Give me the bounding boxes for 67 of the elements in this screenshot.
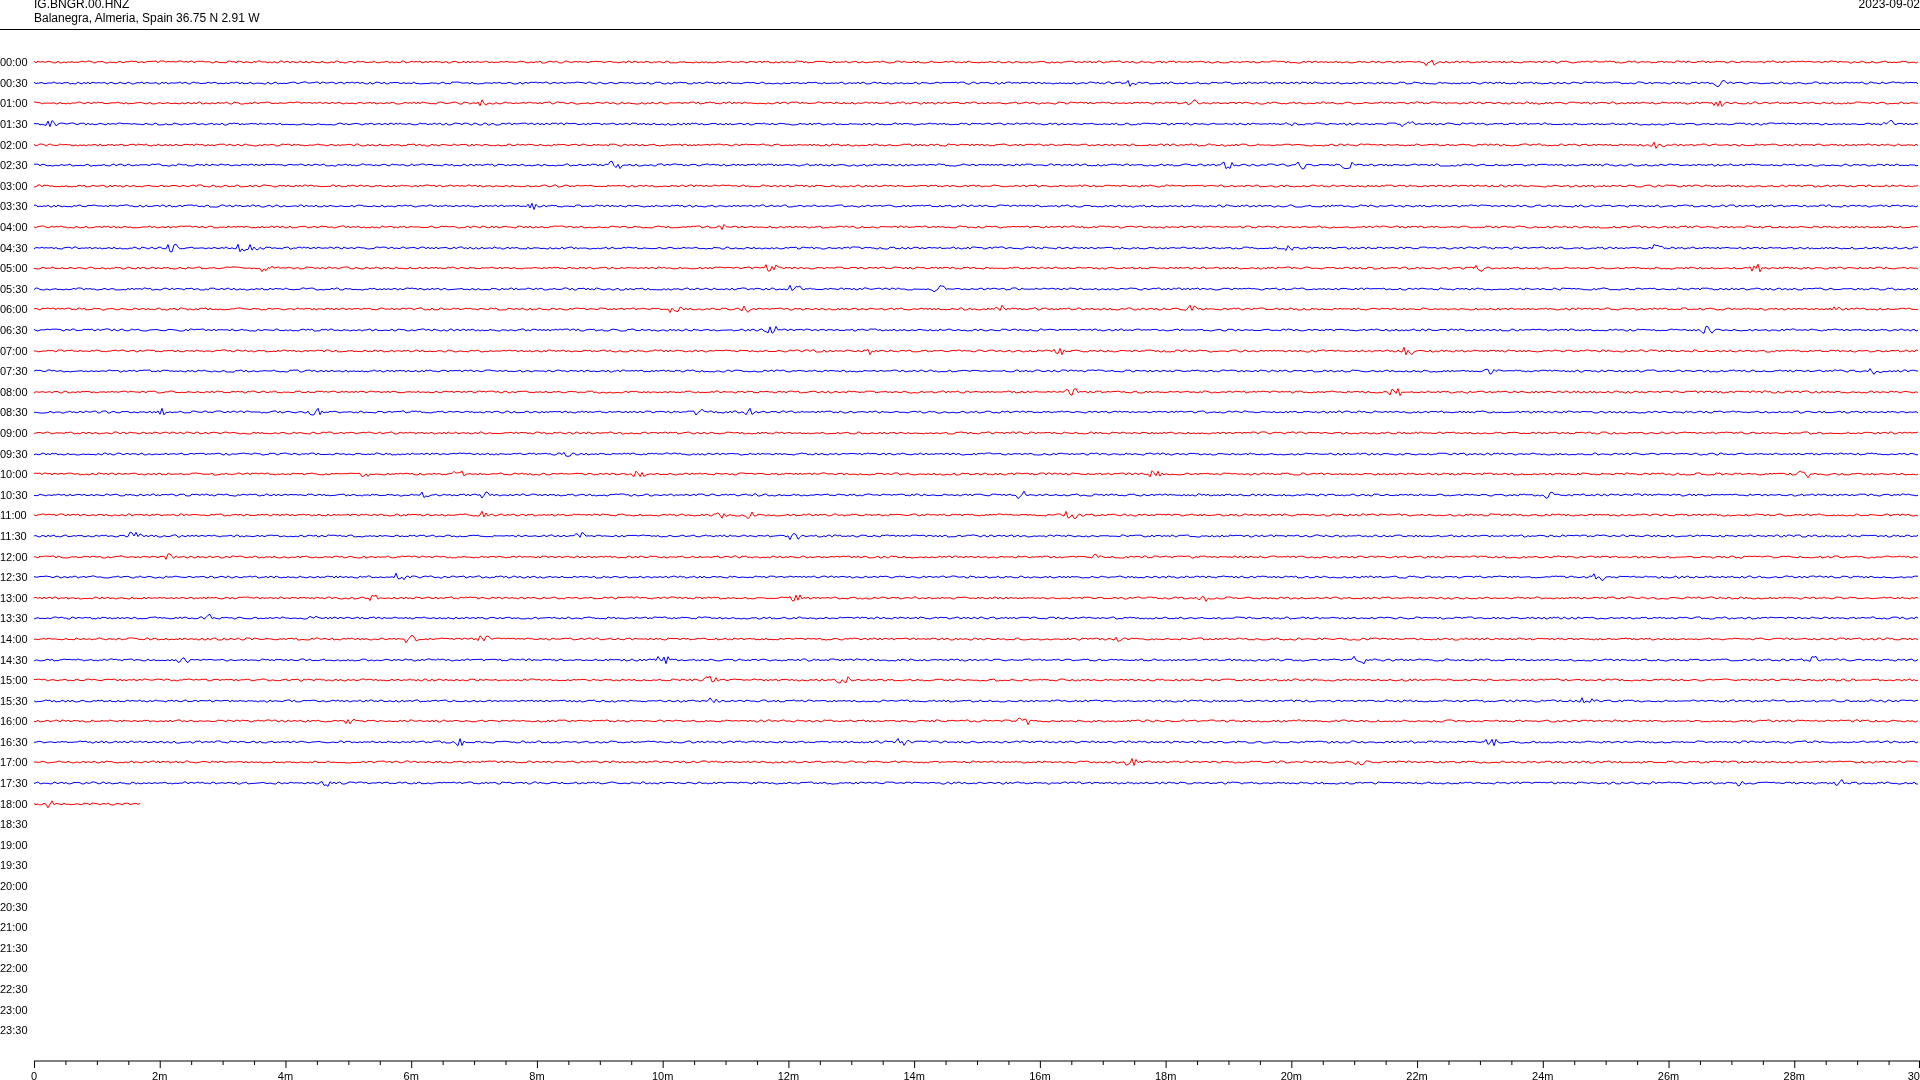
time-label: 12:00 xyxy=(0,550,29,563)
time-label: 22:30 xyxy=(0,983,29,995)
time-label: 09:30 xyxy=(0,447,29,460)
time-label: 20:00 xyxy=(0,880,29,893)
time-label: 01:00 xyxy=(0,97,29,110)
time-label: 05:00 xyxy=(0,262,29,275)
time-label: 06:00 xyxy=(0,303,29,316)
time-label: 04:00 xyxy=(0,221,29,234)
time-label: 11:00 xyxy=(0,509,28,522)
time-label: 04:30 xyxy=(0,241,29,254)
time-label: 16:00 xyxy=(0,715,29,728)
time-label: 11:30 xyxy=(0,529,28,542)
axis-label: 22m xyxy=(1406,1069,1428,1080)
time-label: 16:30 xyxy=(0,735,29,748)
axis-label: 4m xyxy=(277,1069,294,1080)
axis-label: 18m xyxy=(1154,1069,1177,1080)
axis-label: 20m xyxy=(1280,1069,1303,1080)
axis-label: 28m xyxy=(1783,1069,1805,1080)
time-label: 13:00 xyxy=(0,591,29,604)
time-label: 00:30 xyxy=(0,76,29,89)
time-label: 15:00 xyxy=(0,674,29,687)
station-code: IG.BNGR.00.HNZ xyxy=(34,0,131,11)
station-location: Balanegra, Almeria, Spain 36.75 N 2.91 W xyxy=(34,11,260,25)
time-label: 17:30 xyxy=(0,777,29,790)
time-label: 17:00 xyxy=(0,756,29,769)
time-label: 09:00 xyxy=(0,427,29,439)
time-label: 19:30 xyxy=(0,859,29,872)
time-label: 19:00 xyxy=(0,838,29,851)
time-label: 21:00 xyxy=(0,921,29,934)
time-label: 12:30 xyxy=(0,571,29,584)
axis-label: 14m xyxy=(903,1069,925,1080)
time-label: 00:00 xyxy=(0,56,29,69)
date-label: 2023-09-02 xyxy=(1858,0,1920,13)
axis-label: 10m xyxy=(651,1069,674,1080)
axis-label: 26m xyxy=(1657,1069,1680,1080)
time-label: 20:30 xyxy=(0,900,29,913)
axis-label: 2m xyxy=(152,1069,168,1080)
time-label: 06:30 xyxy=(0,324,29,336)
axis-label: 6m xyxy=(403,1069,419,1080)
time-label: 07:00 xyxy=(0,344,29,357)
axis-label: 16m xyxy=(1029,1069,1051,1080)
time-label: 08:30 xyxy=(0,406,29,419)
time-label: 23:00 xyxy=(0,1003,29,1016)
time-label: 02:30 xyxy=(0,159,29,172)
time-label: 22:00 xyxy=(0,962,29,975)
axis-label: 0 xyxy=(30,1069,38,1080)
time-label: 15:30 xyxy=(0,694,29,707)
time-label: 18:30 xyxy=(0,818,29,831)
time-label: 23:30 xyxy=(0,1024,29,1037)
axis-label: 12m xyxy=(777,1069,800,1080)
time-label: 10:00 xyxy=(0,468,29,481)
axis-label: 8m xyxy=(529,1069,545,1080)
time-label: 01:30 xyxy=(0,118,29,131)
time-label: 03:30 xyxy=(0,200,29,213)
time-label: 08:00 xyxy=(0,385,29,398)
time-label: 14:30 xyxy=(0,653,29,666)
time-label: 14:00 xyxy=(0,632,29,645)
time-label: 21:30 xyxy=(0,941,29,954)
time-label: 07:30 xyxy=(0,365,29,378)
time-label: 05:30 xyxy=(0,282,29,295)
time-label: 03:00 xyxy=(0,179,29,192)
time-label: 02:00 xyxy=(0,138,29,151)
axis-label: 30 xyxy=(1907,1069,1920,1080)
axis-label: 24m xyxy=(1532,1069,1554,1080)
time-label: 10:30 xyxy=(0,488,29,501)
time-label: 13:30 xyxy=(0,612,29,625)
time-label: 18:00 xyxy=(0,797,29,810)
